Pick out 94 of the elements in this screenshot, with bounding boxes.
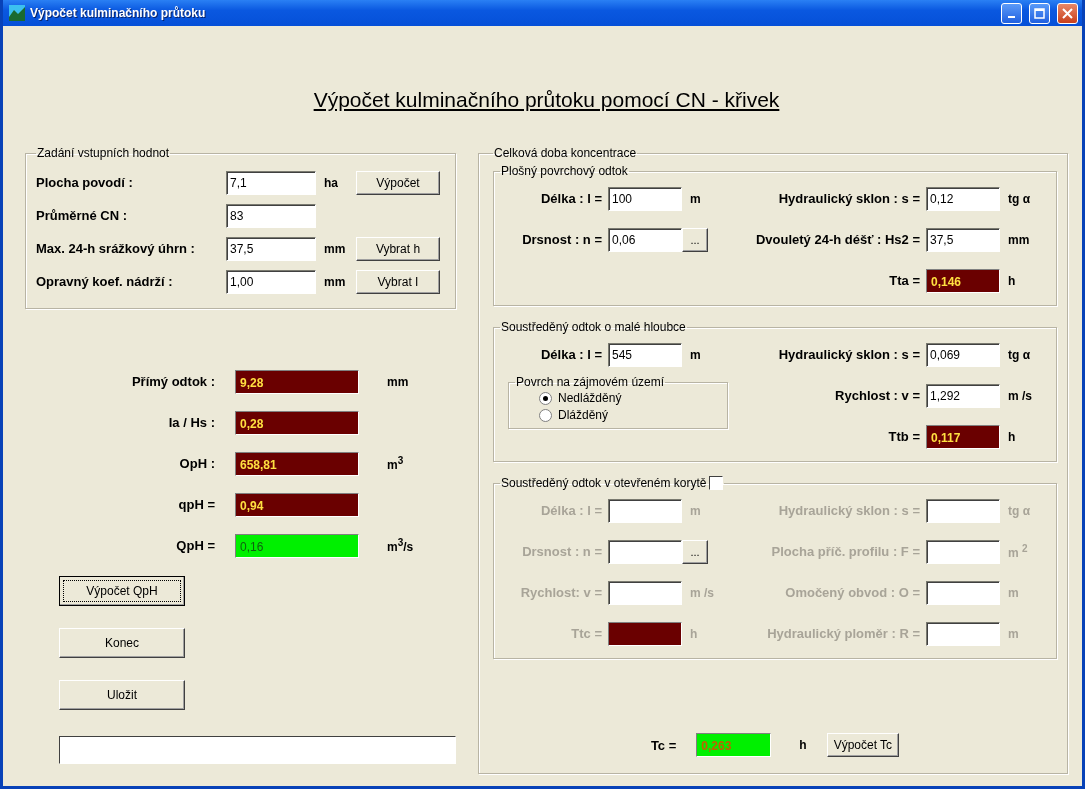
field-label: Dvouletý 24-h déšť : Hs2 = [754,232,921,247]
field-label: Délka : l = [539,347,603,362]
maximize-button[interactable] [1029,2,1050,24]
action-button[interactable]: Výpočet Tc [826,733,900,757]
radio-option[interactable]: Dlážděný [539,408,719,422]
input-field[interactable]: 545 [608,342,682,367]
result-label: OpH : [178,456,215,471]
unit-label: mm [386,374,410,389]
result-field: 0,94 [235,492,359,517]
group-title: Povrch na zájmovém území [516,375,665,389]
field-label: Opravný koef. nádrží : [36,274,174,289]
field-label: Hydraulický ploměr : R = [766,626,921,641]
group-title: Celková doba koncentrace [494,146,637,160]
result-field: 9,28 [235,369,359,394]
field-label: Plocha povodí : [36,175,134,190]
input-field[interactable]: 1,292 [926,383,1000,408]
unit-label: h [689,626,699,641]
field-label: Tta = [888,273,921,288]
action-button[interactable]: Vybrat h [356,236,440,261]
input-field[interactable]: 0,12 [926,186,1000,211]
unit-label: mm [1007,232,1031,247]
result-field: 0,263 [696,733,772,757]
action-button[interactable]: Výpočet QpH [59,576,185,606]
result-field: 0,16 [235,533,359,558]
input-field[interactable]: 7,1 [226,170,316,195]
status-field[interactable] [59,736,456,764]
field-label: Omočený obvod : O = [784,585,921,600]
result-label: Ia / Hs : [167,415,215,430]
field-label: Drsnost : n = [521,232,603,247]
unit-label: tg α [1007,347,1032,362]
input-field[interactable]: 0,069 [926,342,1000,367]
field-label: Hydraulický sklon : s = [777,347,921,362]
field-label: Drsnost : n = [521,544,603,559]
minimize-button[interactable] [1001,2,1022,24]
browse-button[interactable]: ... [682,227,708,252]
close-icon [1062,7,1073,19]
result-field: 0,146 [926,268,1000,293]
field-label: Hydraulický sklon : s = [777,503,921,518]
form-heading: Výpočet kulminačního průtoku pomocí CN - křivek [312,88,781,112]
unit-label: tg α [1007,503,1032,518]
field-label: Délka : l = [539,503,603,518]
unit-label: m$^{3}$/s [386,537,415,554]
action-button[interactable]: Uložit [59,680,185,710]
input-field[interactable]: 0,06 [608,227,682,252]
field-label: Ttb = [887,429,921,444]
unit-label: m /s [1007,388,1033,403]
section-title: Soustředěný odtok o malé hloubce [501,320,686,334]
group-title: Zadání vstupních hodnot [37,146,170,160]
section-title: Soustředěný odtok v otevřeném korytě [501,476,707,490]
unit-label: m$^{3}$ [386,455,405,472]
unit-label: h [1007,429,1017,444]
unit-label: m /s [689,585,715,600]
action-button[interactable]: Konec [59,628,185,658]
unit-label: m [689,191,702,206]
result-field: 658,81 [235,451,359,476]
section-title: Plošný povrchový odtok [501,164,628,178]
input-field[interactable]: 37,5 [226,236,316,261]
unit-label: ha [323,175,339,190]
result-label: Přímý odtok : [130,374,215,389]
app-icon [9,5,25,21]
radio-option[interactable]: Nedlážděný [539,391,719,405]
action-button[interactable]: Výpočet [356,170,440,195]
field-label: Hydraulický sklon : s = [777,191,921,206]
field-label: Rychlost: v = [519,585,603,600]
unit-label: tg α [1007,191,1032,206]
unit-label: m [689,347,702,362]
unit-label: h [798,738,807,752]
result-field: 0,28 [235,410,359,435]
action-button[interactable]: Vybrat I [356,269,440,294]
result-label: Tc = [650,737,677,753]
field-label: Délka : l = [539,191,603,206]
unit-label: h [1007,273,1017,288]
input-field[interactable]: 1,00 [226,269,316,294]
window-title: Výpočet kulminačního průtoku [30,6,207,20]
input-field[interactable]: 37,5 [926,227,1000,252]
maximize-icon [1034,7,1045,19]
input-field[interactable]: 83 [226,203,316,228]
unit-label: m $^{2}$ [1007,543,1029,560]
close-button[interactable] [1057,2,1078,24]
field-label: Rychlost : v = [834,388,921,403]
unit-label: mm [323,274,347,289]
minimize-icon [1008,16,1015,18]
unit-label: m [1007,585,1020,600]
result-label: qpH = [177,497,215,512]
field-label: Ttc = [570,626,603,641]
unit-label: mm [323,241,347,256]
result-field: 0,117 [926,424,1000,449]
result-label: QpH = [175,538,215,553]
input-field[interactable]: 100 [608,186,682,211]
unit-label: m [689,503,702,518]
field-label: Plocha příč. profilu : F = [770,544,921,559]
field-label: Průměrné CN : [36,208,129,223]
unit-label: m [1007,626,1020,641]
field-label: Max. 24-h srážkový úhrn : [36,241,196,256]
